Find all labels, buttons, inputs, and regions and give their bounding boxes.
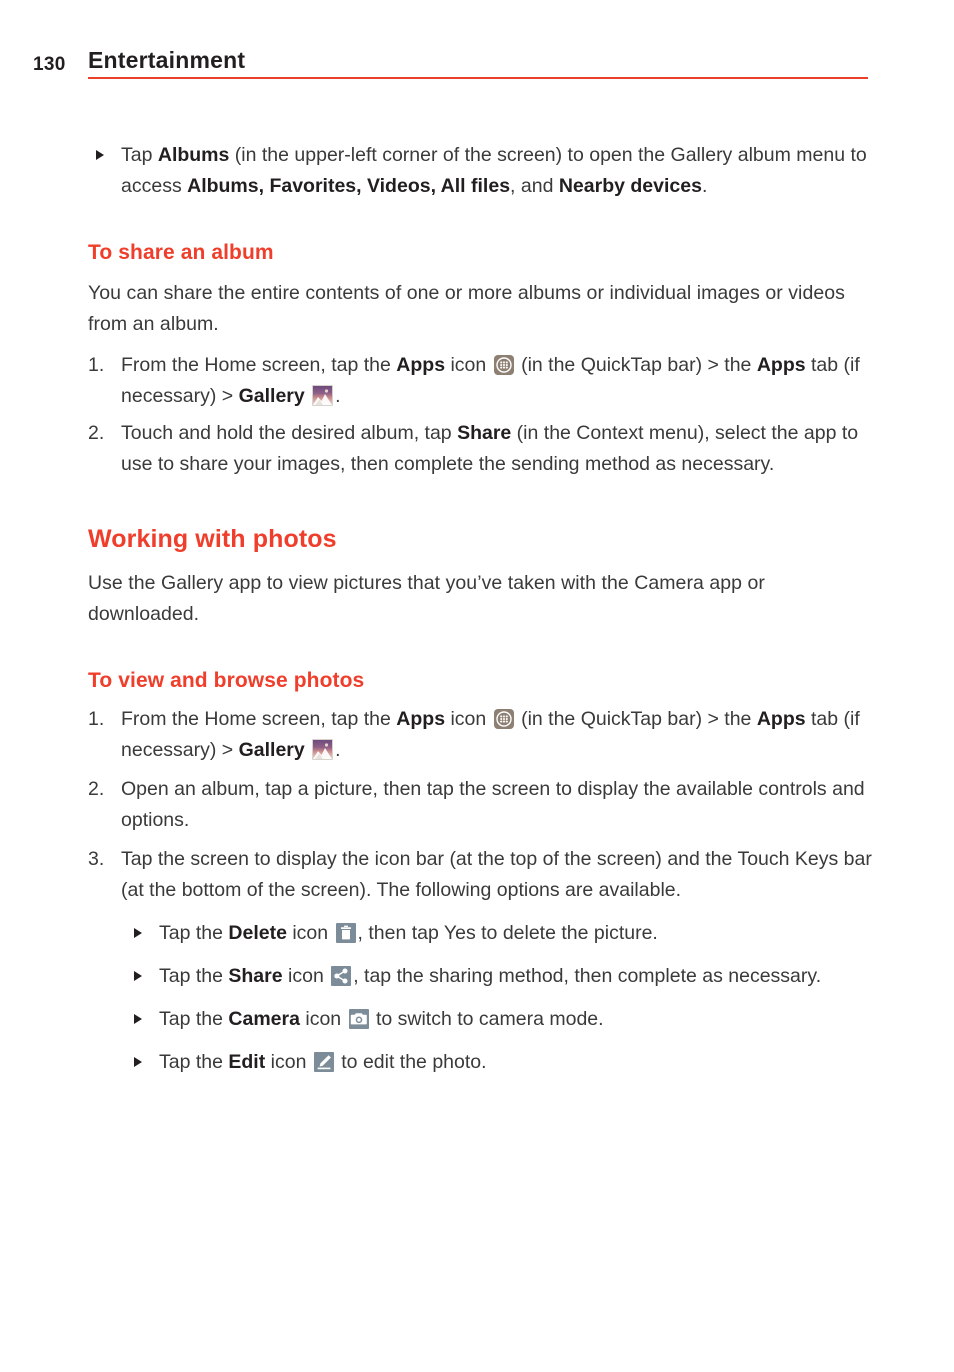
camera-icon [348,1009,369,1029]
view-browse-steps: 1. From the Home screen, tap the Apps ic… [88,704,878,906]
header-title-wrap: Entertainment [88,46,868,79]
option-text-part3: to switch to camera mode. [370,1008,604,1030]
bullet-text-part4: . [701,175,708,197]
bullet-bold-albums: Albums [157,144,230,166]
header-divider [88,77,868,79]
photo-option-bullets: Tap the Delete icon , then tap Yes to de… [126,918,878,1078]
triangle-right-bullet-icon [134,928,142,938]
option-text-part1: Tap the [159,1008,229,1030]
step-bold-gallery: Gallery [238,739,305,761]
step-text-part5 [305,385,310,407]
step-bold-apps: Apps [396,354,446,376]
page-title: Entertainment [88,47,246,73]
step-marker: 1. [88,708,105,730]
option-bold-share: Share [228,965,283,987]
bullet-bold-menu-items: Albums, Favorites, Videos, All files [187,175,511,197]
list-item: 2. Touch and hold the desired album, tap… [88,418,878,480]
share-album-intro-text: You can share the entire contents of one… [88,282,845,335]
step-text-part5 [305,739,310,761]
step-text-part2: icon [445,354,492,376]
step-text-part1: From the Home screen, tap the [121,708,397,730]
option-text-part1: Tap the [159,922,229,944]
apps-grid-icon [493,709,514,729]
bullet-text-part3: , and [510,175,559,197]
step-text: Open an album, tap a picture, then tap t… [121,778,865,831]
step-bold-apps-tab: Apps [756,708,806,730]
triangle-right-bullet-icon [96,150,104,160]
step-text-part3: (in the QuickTap bar) > the [515,708,757,730]
triangle-right-bullet-icon [134,1057,142,1067]
triangle-right-bullet-icon [134,1014,142,1024]
option-bold-edit: Edit [228,1051,266,1073]
list-item: 2. Open an album, tap a picture, then ta… [88,774,878,836]
option-text-part3: , then tap Yes to delete the picture. [357,922,658,944]
option-text-part1: Tap the [159,1051,229,1073]
step-marker: 1. [88,354,105,376]
step-text-part2: icon [445,708,492,730]
gallery-photo-icon [312,739,334,760]
step-marker: 3. [88,848,105,870]
section-heading-share-album: To share an album [88,241,274,264]
option-text-part3: to edit the photo. [335,1051,487,1073]
step-text-part6: . [335,385,341,407]
option-bold-camera: Camera [228,1008,300,1030]
option-text-part3: , tap the sharing method, then complete … [353,965,822,987]
list-item: Tap the Edit icon to edit the photo. [126,1047,878,1078]
bullet-bold-nearby-devices: Nearby devices [558,175,702,197]
step-bold-share: Share [457,422,512,444]
list-item: 3. Tap the screen to display the icon ba… [88,844,878,906]
apps-grid-icon [493,355,514,375]
triangle-right-bullet-icon [134,971,142,981]
step-text: Tap the screen to display the icon bar (… [121,848,872,901]
option-text-part2: icon [282,965,330,987]
gallery-photo-icon [312,385,334,406]
section-heading-working-with-photos: Working with photos [88,525,337,553]
option-text-part1: Tap the [159,965,229,987]
option-bold-delete: Delete [228,922,287,944]
intro-bullet-list: Tap Albums (in the upper-left corner of … [88,140,878,202]
option-text-part2: icon [286,922,334,944]
list-item: 1. From the Home screen, tap the Apps ic… [88,704,878,766]
step-marker: 2. [88,778,105,800]
list-item: Tap the Camera icon to switch to camera … [126,1004,878,1035]
option-text-part2: icon [265,1051,312,1073]
step-text-part3: (in the QuickTap bar) > the [515,354,757,376]
step-bold-apps: Apps [396,708,446,730]
list-item: Tap the Share icon , tap the sharing met… [126,961,878,992]
step-bold-gallery: Gallery [238,385,305,407]
step-text-part6: . [335,739,341,761]
option-text-part2: icon [299,1008,347,1030]
working-with-photos-intro-text: Use the Gallery app to view pictures tha… [88,572,765,625]
page-number: 130 [33,54,66,75]
step-marker: 2. [88,422,105,444]
step-bold-apps-tab: Apps [756,354,806,376]
edit-pencil-icon [313,1052,334,1072]
step-text-part1: From the Home screen, tap the [121,354,397,376]
share-nodes-icon [331,966,352,986]
page-content: Tap Albums (in the upper-left corner of … [88,140,878,1078]
list-item: Tap the Delete icon , then tap Yes to de… [126,918,878,949]
bullet-text-part1: Tap [121,144,158,166]
share-album-steps: 1. From the Home screen, tap the Apps ic… [88,350,878,480]
step-text-part1: Touch and hold the desired album, tap [121,422,458,444]
page-header: 130 Entertainment [0,46,954,86]
list-item: 1. From the Home screen, tap the Apps ic… [88,350,878,412]
list-item: Tap Albums (in the upper-left corner of … [88,140,878,202]
section-heading-view-browse-photos: To view and browse photos [88,669,365,692]
delete-trash-icon [335,923,356,943]
